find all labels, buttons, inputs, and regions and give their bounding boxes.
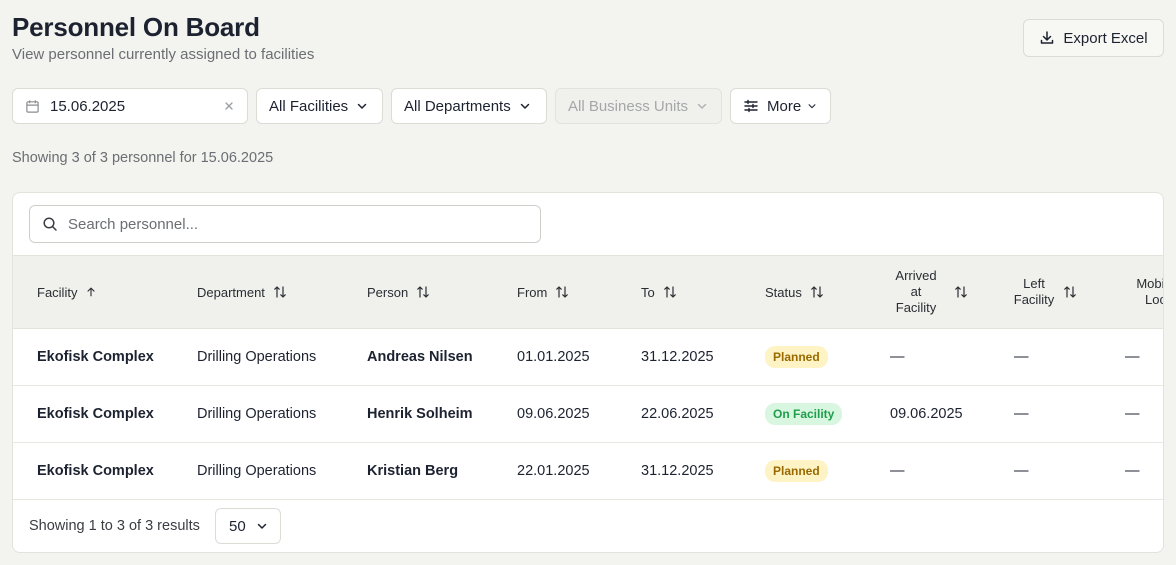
left-cell: — <box>1014 406 1029 422</box>
calendar-icon <box>26 99 39 113</box>
page-subtitle: View personnel currently assigned to fac… <box>12 46 315 63</box>
personnel-table-card: Facility Department Person From To Statu… <box>12 192 1164 553</box>
department-cell: Drilling Operations <box>197 463 317 479</box>
column-header-arrived-line3: Facility <box>895 300 937 315</box>
left-cell: — <box>1014 349 1029 365</box>
facility-cell: Ekofisk Complex <box>37 463 154 479</box>
status-cell: Planned <box>765 443 828 499</box>
business-units-filter-label: All Business Units <box>568 97 689 115</box>
column-header-person[interactable]: Person <box>367 256 430 328</box>
page-size-value: 50 <box>229 517 246 535</box>
status-badge: Planned <box>765 346 828 368</box>
department-cell: Drilling Operations <box>197 349 317 365</box>
sliders-icon <box>744 99 758 113</box>
column-header-facility[interactable]: Facility <box>37 256 97 328</box>
person-cell: Kristian Berg <box>367 463 459 479</box>
result-count: Showing 3 of 3 personnel for 15.06.2025 <box>12 150 274 166</box>
mobilization-cell: — <box>1125 406 1140 422</box>
date-filter[interactable]: 15.06.2025 <box>12 88 248 124</box>
column-header-mobilization-location[interactable]: Mobiliz Locat <box>1125 256 1163 328</box>
arrived-cell: 09.06.2025 <box>890 406 963 422</box>
column-header-facility-label: Facility <box>37 284 78 300</box>
page-size-select[interactable]: 50 <box>215 508 281 544</box>
from-cell: 09.06.2025 <box>517 406 590 422</box>
facilities-filter-label: All Facilities <box>269 97 349 115</box>
sort-icon <box>1064 286 1076 298</box>
sort-icon <box>417 286 430 298</box>
to-cell: 31.12.2025 <box>641 463 714 479</box>
sort-icon <box>955 286 967 298</box>
status-badge: On Facility <box>765 403 843 425</box>
status-badge: Planned <box>765 460 828 482</box>
download-icon <box>1041 31 1054 44</box>
left-cell: — <box>1014 463 1029 479</box>
column-header-arrived-line2: at <box>910 284 922 299</box>
mobilization-cell: — <box>1125 349 1140 365</box>
search-box[interactable] <box>29 205 541 243</box>
sort-icon <box>556 286 569 298</box>
to-cell: 22.06.2025 <box>641 406 714 422</box>
column-header-arrived-line1: Arrived <box>895 268 937 283</box>
arrived-cell: — <box>890 349 905 365</box>
column-header-mobilization-line1: Mobiliz <box>1136 276 1163 291</box>
pagination-summary: Showing 1 to 3 of 3 results <box>29 518 200 534</box>
departments-filter-label: All Departments <box>404 97 511 115</box>
from-cell: 01.01.2025 <box>517 349 590 365</box>
status-cell: On Facility <box>765 386 843 442</box>
column-header-from-label: From <box>517 284 548 300</box>
column-header-left-facility[interactable]: Left Facility <box>1013 256 1077 328</box>
chevron-down-icon <box>257 523 266 529</box>
column-header-left-line2: Facility <box>1013 292 1055 307</box>
column-header-mobilization-label: Mobiliz Locat <box>1125 276 1163 308</box>
sort-ascending-icon <box>87 287 96 297</box>
person-cell: Andreas Nilsen <box>367 349 473 365</box>
column-header-from[interactable]: From <box>517 256 569 328</box>
table-row[interactable]: Ekofisk Complex Drilling Operations Henr… <box>13 386 1163 443</box>
from-cell: 22.01.2025 <box>517 463 590 479</box>
column-header-arrived-at-facility[interactable]: Arrived at Facility <box>890 256 968 328</box>
column-header-to-label: To <box>641 284 655 300</box>
person-cell: Henrik Solheim <box>367 406 473 422</box>
column-header-status[interactable]: Status <box>765 256 824 328</box>
chevron-down-icon <box>697 103 707 109</box>
table-row[interactable]: Ekofisk Complex Drilling Operations Kris… <box>13 443 1163 500</box>
facilities-filter[interactable]: All Facilities <box>256 88 383 124</box>
departments-filter[interactable]: All Departments <box>391 88 547 124</box>
page-title: Personnel On Board <box>12 12 260 42</box>
facility-cell: Ekofisk Complex <box>37 349 154 365</box>
arrived-cell: — <box>890 463 905 479</box>
column-header-status-label: Status <box>765 284 802 300</box>
sort-icon <box>663 286 676 298</box>
date-filter-value: 15.06.2025 <box>50 97 126 115</box>
more-filters-label: More <box>767 97 802 115</box>
column-header-department[interactable]: Department <box>197 256 287 328</box>
more-filters-button[interactable]: More <box>730 88 831 124</box>
close-icon[interactable] <box>223 100 235 112</box>
search-icon <box>43 217 57 231</box>
chevron-down-icon <box>520 103 529 109</box>
status-cell: Planned <box>765 329 828 385</box>
chevron-down-icon <box>357 103 367 109</box>
column-header-department-label: Department <box>197 284 265 300</box>
column-header-left-label: Left Facility <box>1013 276 1055 308</box>
column-header-to[interactable]: To <box>641 256 677 328</box>
search-input[interactable] <box>68 215 508 233</box>
table-row[interactable]: Ekofisk Complex Drilling Operations Andr… <box>13 329 1163 386</box>
department-cell: Drilling Operations <box>197 406 317 422</box>
column-header-person-label: Person <box>367 284 409 300</box>
facility-cell: Ekofisk Complex <box>37 406 154 422</box>
chevron-down-icon <box>808 104 816 109</box>
mobilization-cell: — <box>1125 463 1140 479</box>
export-excel-label: Export Excel <box>1063 29 1148 47</box>
column-header-arrived-label: Arrived at Facility <box>890 268 942 316</box>
business-units-filter: All Business Units <box>555 88 722 124</box>
table-header: Facility Department Person From To Statu… <box>13 255 1163 329</box>
sort-icon <box>811 286 823 298</box>
to-cell: 31.12.2025 <box>641 349 714 365</box>
sort-icon <box>274 286 286 298</box>
export-excel-button[interactable]: Export Excel <box>1023 19 1164 57</box>
column-header-left-line1: Left <box>1023 276 1045 291</box>
column-header-mobilization-line2: Locat <box>1145 292 1163 307</box>
